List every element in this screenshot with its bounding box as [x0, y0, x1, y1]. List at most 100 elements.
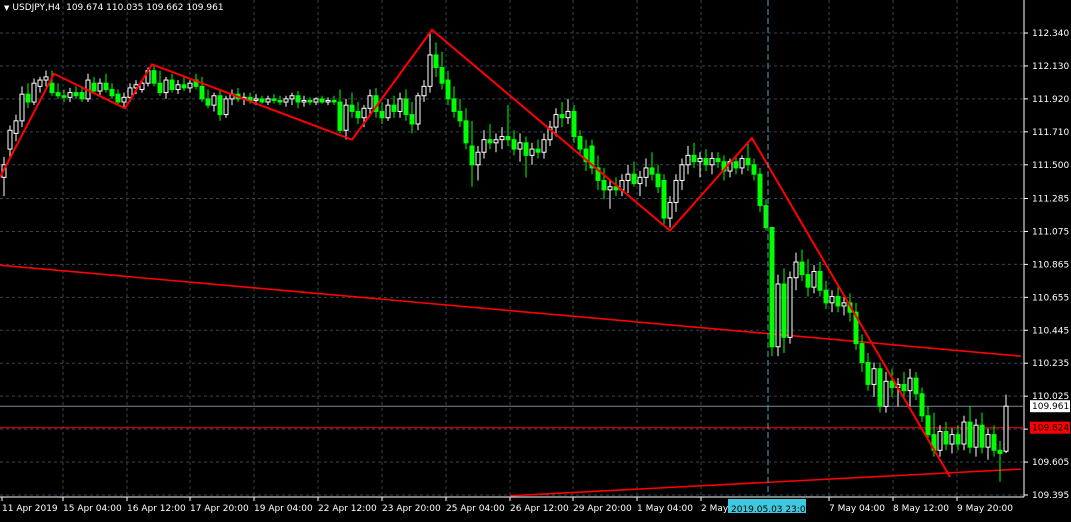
candle-body [499, 136, 505, 141]
candle-body [49, 82, 55, 94]
candle-body [331, 99, 337, 103]
x-tick-label: 9 May 20:00 [957, 504, 1013, 514]
candle-body [775, 283, 781, 348]
candle-body [967, 421, 973, 448]
candle-body [313, 98, 319, 103]
candle-body [505, 136, 511, 141]
candle-body [1003, 405, 1009, 452]
candle-body [631, 173, 637, 185]
trendline [509, 468, 1022, 497]
candle-body [799, 261, 805, 276]
candle-body [553, 114, 559, 128]
candle-body [445, 79, 451, 100]
candles [1, 33, 1009, 482]
candle-body [169, 79, 175, 90]
candle-body [337, 101, 343, 131]
candle-body [955, 434, 961, 445]
candle-body [355, 110, 361, 119]
candle-body [643, 167, 649, 178]
candle-body [211, 95, 217, 106]
candle-body [925, 415, 931, 436]
candle-body [67, 92, 73, 98]
candle-body [511, 139, 517, 150]
candle-body [181, 84, 187, 89]
current-price-label: 109.961 [1032, 402, 1069, 412]
candle-body [745, 158, 751, 166]
candle-body [529, 148, 535, 156]
candle-body [601, 179, 607, 191]
chart-canvas[interactable]: 112.340 112.130 111.920 111.710 111.500 111.2… [0, 0, 1071, 518]
candle-body [949, 434, 955, 445]
candle-body [265, 98, 271, 103]
candle-body [517, 142, 523, 150]
candle-body [361, 107, 367, 119]
candle-body [403, 98, 409, 116]
candle-body [295, 95, 301, 103]
candle-body [103, 82, 109, 90]
triangle-down-icon[interactable]: ▼ [4, 4, 9, 12]
candle-body [739, 158, 745, 169]
candle-body [25, 93, 31, 103]
candle-body [97, 82, 103, 92]
candle-body [649, 167, 655, 175]
candle-body [79, 92, 85, 100]
candle-body [691, 154, 697, 163]
candle-body [793, 261, 799, 279]
candle-body [997, 449, 1003, 454]
candle-body [151, 70, 157, 84]
y-tick-label: 111.920 [1032, 95, 1069, 105]
candle-body [223, 98, 229, 116]
candle-body [415, 95, 421, 125]
candle-body [757, 173, 763, 207]
candle-body [943, 430, 949, 445]
candle-body [379, 110, 385, 119]
candle-body [991, 434, 997, 451]
candle-body [19, 93, 25, 122]
x-tick-label: 25 Apr 04:00 [446, 504, 505, 514]
candle-body [829, 296, 835, 304]
candle-body [565, 110, 571, 119]
candle-body [709, 158, 715, 166]
candle-body [889, 380, 895, 389]
candle-body [781, 283, 787, 338]
y-tick-label: 109.605 [1032, 458, 1069, 468]
candle-body [637, 176, 643, 185]
x-tick-label: 23 Apr 20:00 [382, 504, 441, 514]
x-tick-label: 26 Apr 12:00 [510, 504, 569, 514]
candle-body [367, 95, 373, 109]
zigzag-line [0, 28, 951, 478]
x-tick-label: 7 May 04:00 [829, 504, 885, 514]
candle-body [667, 201, 673, 219]
candle-body [289, 95, 295, 100]
candle-body [13, 120, 19, 134]
candle-body [421, 85, 427, 97]
candle-body [349, 104, 355, 112]
line-price-label: 109.824 [1032, 424, 1069, 434]
candle-body [979, 424, 985, 448]
candle-body [307, 99, 313, 103]
candle-body [817, 270, 823, 291]
candle-body [907, 377, 913, 392]
candle-body [787, 277, 793, 338]
candle-body [571, 110, 577, 138]
chart-header: ▼ USDJPY,H4 109.674 110.035 109.662 109.9… [4, 3, 224, 13]
candle-body [325, 99, 331, 103]
x-tick-label: 29 Apr 20:00 [573, 504, 632, 514]
candle-body [655, 173, 661, 188]
candle-body [883, 380, 889, 407]
candle-body [391, 104, 397, 112]
y-tick-label: 110.655 [1032, 293, 1069, 303]
candle-body [433, 54, 439, 69]
candle-body [475, 151, 481, 166]
candle-body [271, 98, 277, 101]
y-tick-label: 110.235 [1032, 359, 1069, 369]
candle-body [523, 142, 529, 156]
candle-body [625, 173, 631, 181]
candle-body [919, 393, 925, 417]
candle-body [961, 421, 967, 445]
candle-body [451, 98, 457, 112]
candle-body [877, 368, 883, 407]
candle-body [175, 84, 181, 90]
candle-body [607, 186, 613, 191]
x-tick-label: 17 Apr 20:00 [190, 504, 249, 514]
